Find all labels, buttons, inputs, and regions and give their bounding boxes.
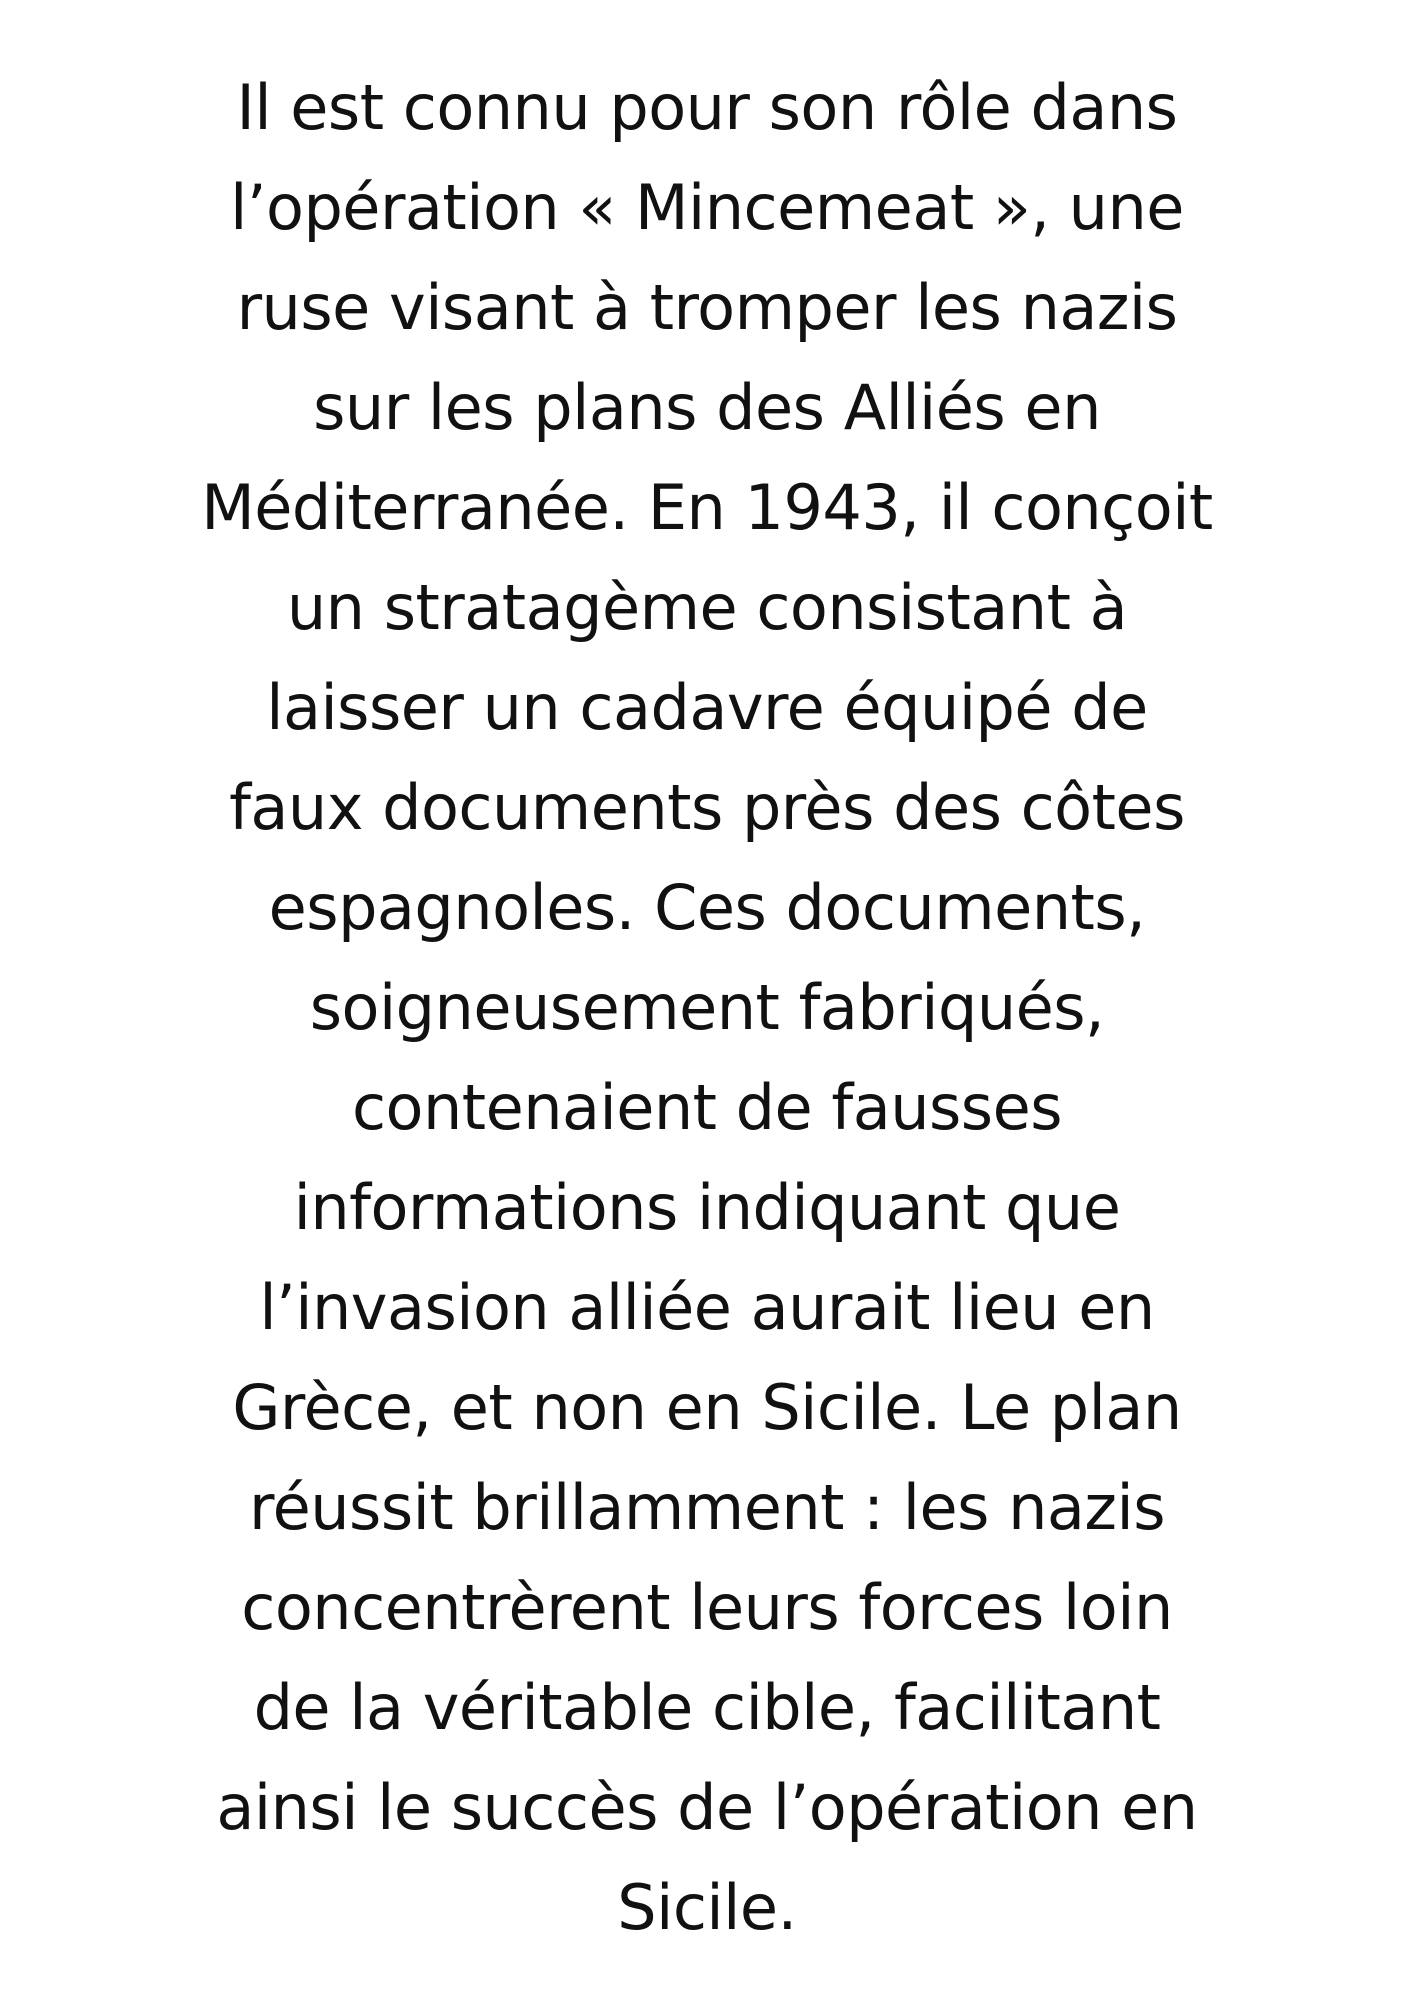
- paragraph-line: ruse visant à tromper les nazis: [236, 271, 1178, 344]
- paragraph-line: sur les plans des Alliés en: [313, 371, 1101, 444]
- paragraph-line: l’opération « Mincemeat », une: [230, 171, 1184, 244]
- paragraph-line: réussit brillamment : les nazis: [248, 1471, 1166, 1544]
- paragraph-line: contenaient de fausses: [351, 1071, 1063, 1144]
- paragraph-line: un stratagème consistant à: [286, 571, 1128, 644]
- paragraph-line: soigneusement fabriqués,: [309, 971, 1105, 1044]
- paragraph-line: faux documents près des côtes: [229, 771, 1185, 844]
- paragraph-line: l’invasion alliée aurait lieu en: [259, 1271, 1155, 1344]
- paragraph-line: Sicile.: [617, 1871, 797, 1944]
- paragraph-line: Grèce, et non en Sicile. Le plan: [232, 1371, 1182, 1444]
- paragraph-line: concentrèrent leurs forces loin: [241, 1571, 1173, 1644]
- paragraph-line: espagnoles. Ces documents,: [268, 871, 1146, 944]
- body-paragraph: Il est connu pour son rôle dans l’opérat…: [0, 58, 1414, 1958]
- document-page: Il est connu pour son rôle dans l’opérat…: [0, 0, 1414, 2000]
- paragraph-line: laisser un cadavre équipé de: [266, 671, 1148, 744]
- paragraph-line: de la véritable cible, facilitant: [253, 1671, 1161, 1744]
- paragraph-line: Il est connu pour son rôle dans: [236, 71, 1178, 144]
- paragraph-line: Méditerranée. En 1943, il conçoit: [201, 471, 1213, 544]
- paragraph-line: ainsi le succès de l’opération en: [216, 1771, 1198, 1844]
- paragraph-line: informations indiquant que: [293, 1171, 1121, 1244]
